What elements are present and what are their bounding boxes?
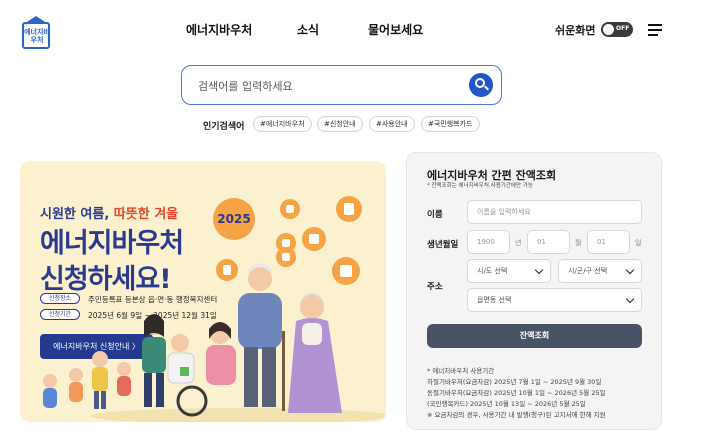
month-unit: 월 [575, 239, 582, 247]
sido-select[interactable]: 시/도 선택 [467, 259, 551, 283]
family-illustration [43, 263, 386, 422]
chevron-down-icon [625, 265, 635, 275]
balance-submit-button[interactable]: 잔액조회 [427, 324, 642, 348]
usage-period-line: * 에너지바우처 사용기간 [427, 367, 495, 375]
balance-inquiry-panel: 에너지바우처 간편 잔액조회 * 잔액조회는 에너지바우처 사용기간에만 가능 … [406, 152, 662, 430]
birth-month-input[interactable]: 01 [527, 230, 570, 254]
usage-period-line: (국민행복카드) 2025년 10월 13일 ~ 2026년 5월 25일 [427, 400, 586, 408]
birth-year-input[interactable]: 1900 [467, 230, 510, 254]
tag-application-guide[interactable]: #신청안내 [317, 116, 363, 132]
tag-energy-voucher[interactable]: #에너지바우처 [253, 116, 312, 132]
eupmyeon-select[interactable]: 읍면동 선택 [467, 288, 642, 312]
logo-text: 에너지바우처 [24, 28, 50, 44]
search-input[interactable]: 검색어를 입력하세요 [198, 78, 293, 94]
site-logo[interactable]: 에너지바우처 [20, 14, 54, 50]
nav-news[interactable]: 소식 [297, 21, 319, 38]
year-unit: 년 [515, 239, 522, 247]
name-input[interactable]: 이름을 입력하세요 [467, 200, 642, 224]
toggle-state: OFF [616, 25, 630, 32]
usage-period-line: ※ 요금차감의 경우, 사용기간 내 발행(청구)된 고지서에 한해 지원 [427, 411, 606, 419]
usage-period-line: 하절기바우처(요금차감) 2025년 7월 1일 ~ 2025년 9월 30일 [427, 378, 602, 386]
easy-view-toggle[interactable]: OFF [601, 22, 633, 37]
search-bar[interactable]: 검색어를 입력하세요 [181, 65, 502, 105]
birth-day-input[interactable]: 01 [587, 230, 630, 254]
promo-banner[interactable]: 시원한 여름, 따뜻한 겨울 에너지바우처 신청하세요! 신청장소 주민등록표 … [20, 161, 386, 422]
name-label: 이름 [427, 210, 443, 220]
chevron-down-icon [534, 265, 544, 275]
chevron-down-icon [625, 294, 635, 304]
sigungu-select[interactable]: 시/군/구 선택 [558, 259, 642, 283]
balance-note: * 잔액조회는 에너지바우처 사용기간에만 가능 [427, 183, 533, 189]
hamburger-menu-icon[interactable] [648, 24, 662, 36]
popular-keywords-label: 인기검색어 [203, 122, 245, 132]
tag-happiness-card[interactable]: #국민행복카드 [421, 116, 480, 132]
birth-label: 생년월일 [427, 240, 459, 250]
nav-ask[interactable]: 물어보세요 [368, 21, 423, 38]
toggle-knob [603, 24, 614, 35]
tag-usage-guide[interactable]: #사용안내 [369, 116, 415, 132]
address-label: 주소 [427, 282, 443, 292]
day-unit: 일 [635, 239, 642, 247]
search-button[interactable] [469, 73, 493, 97]
nav-energy-voucher[interactable]: 에너지바우처 [186, 21, 252, 38]
usage-period-line: 동절기바우처(요금차감) 2025년 10월 1일 ~ 2026년 5월 25일 [427, 389, 606, 397]
easy-view-label: 쉬운화면 [555, 24, 596, 37]
